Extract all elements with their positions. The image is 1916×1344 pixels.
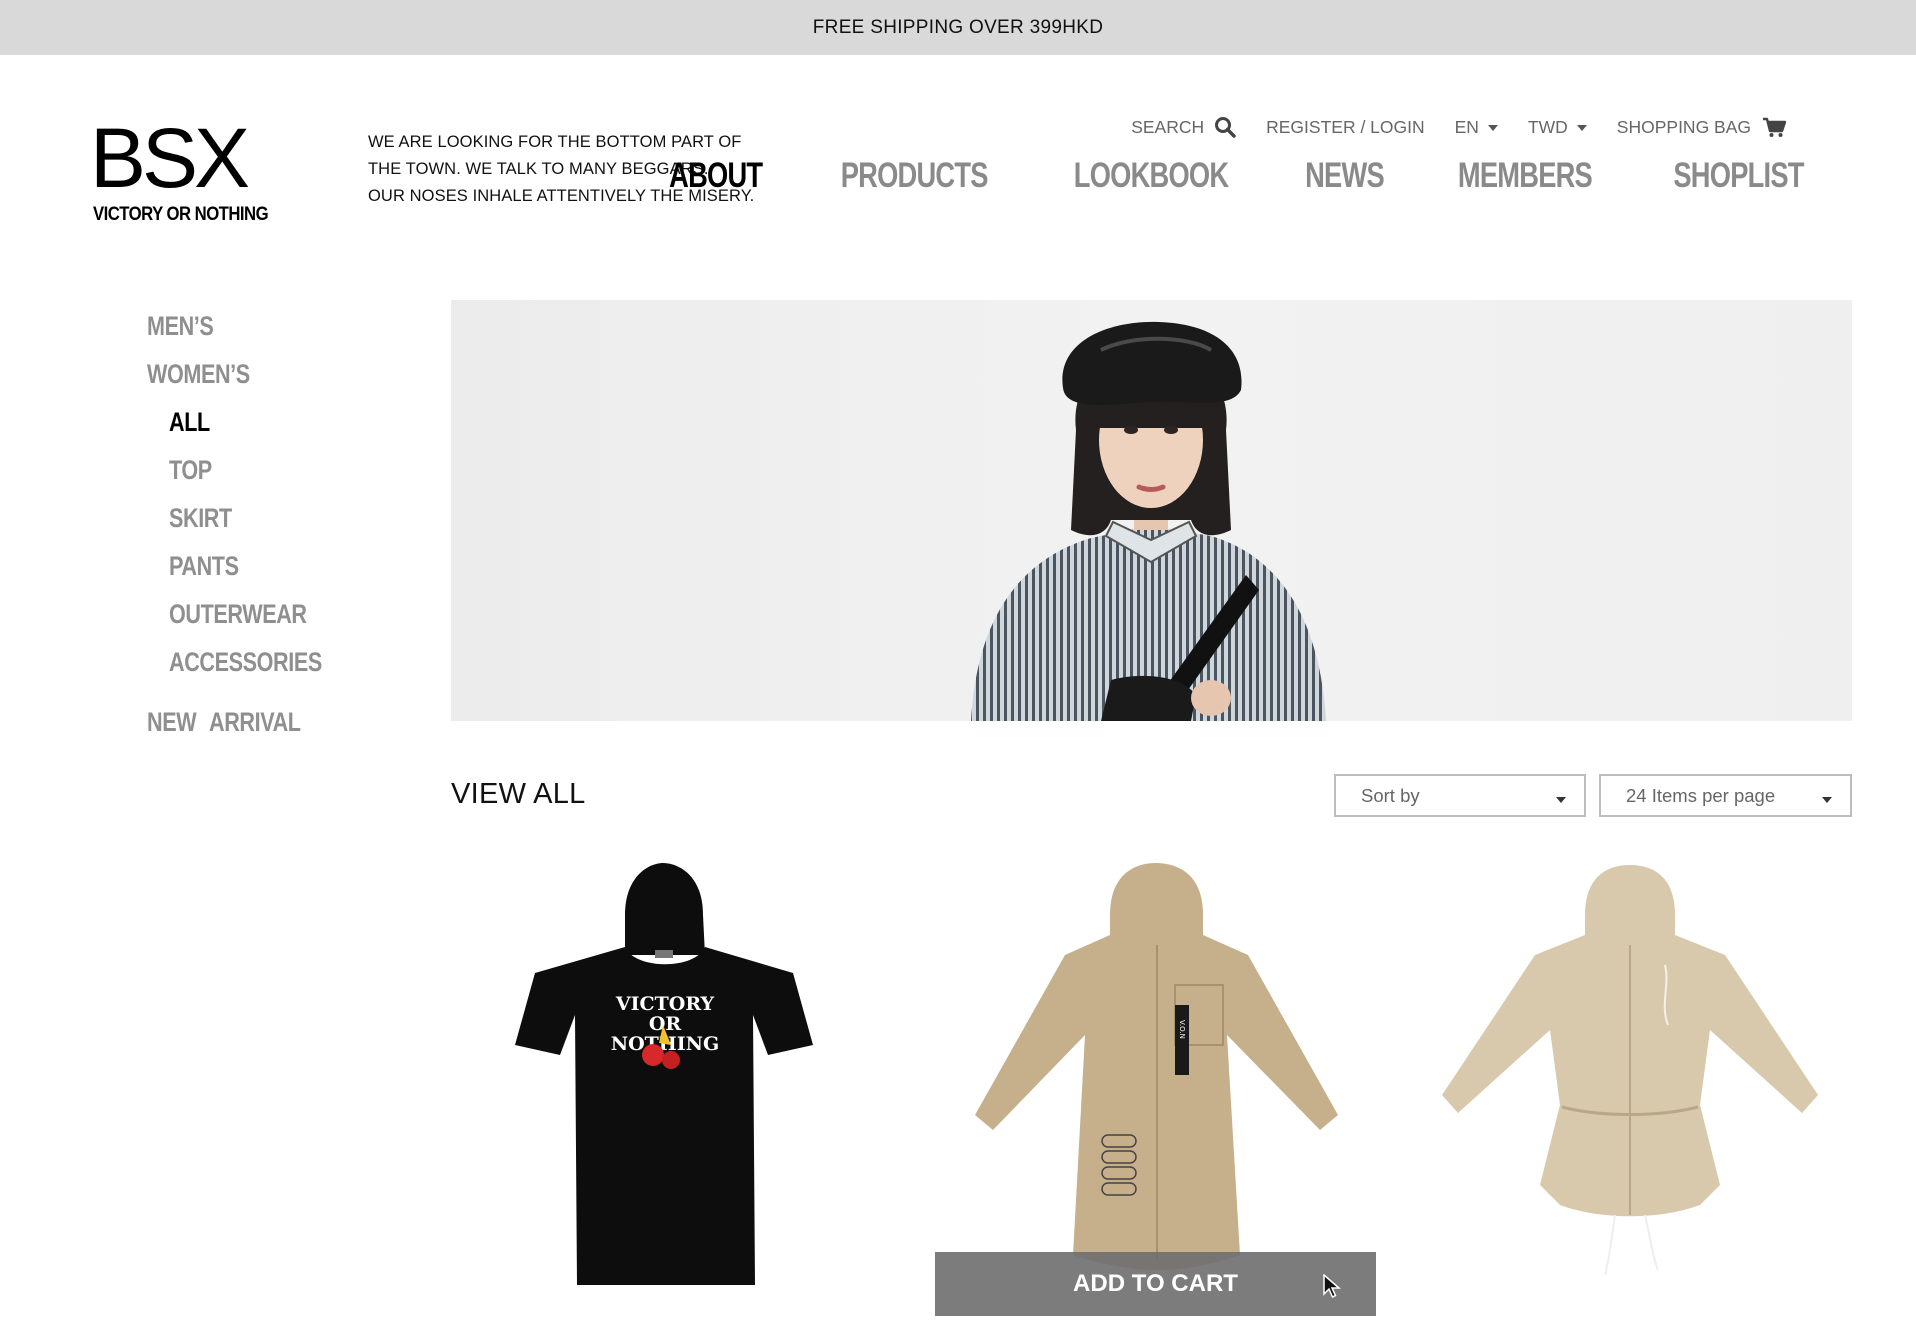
sidebar-item-all[interactable]: ALL: [169, 398, 322, 446]
nav-lookbook[interactable]: LOOKBOOK: [1074, 156, 1229, 196]
product-image: [1442, 865, 1818, 1276]
nav-products[interactable]: PRODUCTS: [840, 156, 988, 196]
search-link[interactable]: SEARCH: [1131, 116, 1236, 138]
chevron-down-icon: [1576, 125, 1587, 131]
category-sidebar: MEN’S WOMEN’S ALL TOP SKIRT PANTS OUTERW…: [147, 302, 360, 746]
logo-tagline: VICTORY OR NOTHING: [93, 204, 269, 225]
currency-dropdown[interactable]: TWD: [1528, 117, 1587, 138]
sidebar-item-pants[interactable]: PANTS: [169, 542, 322, 590]
chevron-down-icon: [1556, 797, 1566, 803]
product-card[interactable]: [1420, 855, 1840, 1325]
logo-mark: BSX: [90, 111, 250, 205]
utility-nav: SEARCH REGISTER / LOGIN EN TWD SHOPPING …: [1131, 116, 1786, 138]
promo-banner: FREE SHIPPING OVER 399HKD: [0, 0, 1916, 55]
shopping-bag-label: SHOPPING BAG: [1616, 116, 1751, 137]
register-login-label: REGISTER / LOGIN: [1266, 116, 1425, 137]
sidebar-item-outerwear[interactable]: OUTERWEAR: [169, 590, 322, 638]
nav-members[interactable]: MEMBERS: [1458, 156, 1593, 196]
mouse-cursor-icon: [1323, 1273, 1342, 1305]
sidebar-item-skirt[interactable]: SKIRT: [169, 494, 322, 542]
nav-about[interactable]: ABOUT: [669, 156, 763, 196]
cart-icon: [1762, 117, 1786, 138]
graphic-line: VICTORY: [615, 993, 715, 1015]
sidebar-item-new-arrival[interactable]: NEW ARRIVAL: [147, 698, 317, 746]
product-image: VICTORY OR NOTHING: [515, 863, 813, 1285]
search-label: SEARCH: [1131, 116, 1205, 137]
sidebar-item-top[interactable]: TOP: [169, 446, 322, 494]
sidebar-item-womens[interactable]: WOMEN’S: [147, 350, 317, 398]
hero-banner: [451, 300, 1852, 721]
add-to-cart-button[interactable]: ADD TO CART: [935, 1252, 1376, 1316]
sidebar-item-mens[interactable]: MEN’S: [147, 302, 317, 350]
currency-label: TWD: [1527, 116, 1568, 137]
items-per-page-select[interactable]: 24 Items per page: [1599, 774, 1852, 817]
chest-strip: [1175, 1005, 1189, 1075]
brand-logo[interactable]: BSX VICTORY OR NOTHING: [90, 111, 283, 226]
search-icon: [1214, 116, 1236, 138]
sort-by-select[interactable]: Sort by: [1334, 774, 1586, 817]
chevron-down-icon: [1822, 797, 1832, 803]
sort-by-label: Sort by: [1361, 784, 1420, 806]
items-per-page-label: 24 Items per page: [1626, 784, 1776, 806]
language-label: EN: [1454, 116, 1479, 137]
product-card[interactable]: VICTORY OR NOTHING: [475, 855, 855, 1325]
hero-model-photo: [971, 321, 1326, 721]
nav-shoplist[interactable]: SHOPLIST: [1673, 156, 1804, 196]
nav-news[interactable]: NEWS: [1305, 156, 1385, 196]
language-dropdown[interactable]: EN: [1455, 117, 1498, 138]
register-login-link[interactable]: REGISTER / LOGIN: [1266, 117, 1425, 138]
statement-line: WE ARE LOOKING FOR THE BOTTOM PART OF: [368, 133, 742, 151]
main-nav: ABOUT PRODUCTS LOOKBOOK NEWS MEMBERS SHO…: [612, 156, 1822, 196]
chevron-down-icon: [1487, 125, 1498, 131]
shopping-bag-link[interactable]: SHOPPING BAG: [1617, 117, 1786, 138]
strip-text: V.O.N: [1178, 1020, 1186, 1039]
promo-text: FREE SHIPPING OVER 399HKD: [812, 16, 1104, 38]
neck-label: [655, 950, 673, 958]
listing-heading: VIEW ALL: [451, 778, 586, 810]
sidebar-item-accessories[interactable]: ACCESSORIES: [169, 638, 322, 686]
